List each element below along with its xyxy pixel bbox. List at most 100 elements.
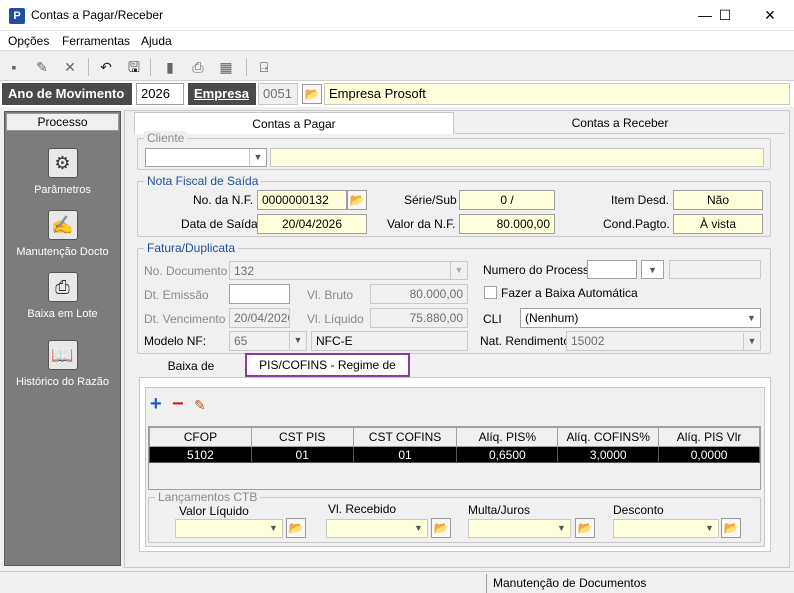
folder-open-icon[interactable]: 📂 — [575, 518, 595, 538]
close-button[interactable]: ✕ — [750, 4, 790, 26]
grid-column-header[interactable]: Alíq. PIS% — [456, 427, 559, 447]
folder-open-icon[interactable]: 📂 — [431, 518, 451, 538]
pencil-icon[interactable]: ✎ — [194, 396, 206, 414]
chevron-down-icon[interactable]: ▼ — [743, 310, 760, 327]
data-saida-label: Data de Saída — [181, 217, 258, 231]
numproc-field[interactable] — [587, 260, 637, 279]
grid-cell[interactable]: 0,0000 — [658, 446, 760, 463]
chevron-down-icon[interactable]: ▼ — [265, 520, 282, 537]
sidebar-item-label: Parâmetros — [34, 184, 91, 196]
multa-juros-label: Multa/Juros — [468, 503, 531, 517]
valor-nf-field[interactable]: 80.000,00 — [459, 214, 555, 234]
sidebar-item-historico[interactable]: 📖 Histórico do Razão — [5, 340, 120, 388]
emissao-field[interactable] — [229, 284, 290, 304]
grid-column-header[interactable]: Alíq. PIS Vlr — [658, 427, 760, 447]
chevron-down-icon[interactable]: ▼ — [743, 333, 760, 350]
numproc-desc-field — [669, 260, 761, 279]
natrend-label: Nat. Rendimento: — [480, 334, 574, 348]
add-icon[interactable]: + — [150, 394, 162, 414]
tab-pis-cofins[interactable]: PIS/COFINS - Regime de Caixa — [245, 353, 410, 392]
ano-field[interactable]: 2026 — [136, 83, 184, 105]
nodoc-label: No. Documento — [144, 264, 228, 278]
undo-icon[interactable]: ↶ — [96, 57, 116, 77]
header-strip: Ano de Movimento 2026 Empresa 0051 📂 Emp… — [0, 81, 794, 107]
tab-baixa-pagamento[interactable]: Baixa de Pagamento — [139, 356, 243, 394]
book-icon: 📖 — [47, 340, 78, 370]
grid-column-header[interactable]: CST PIS — [250, 427, 354, 447]
folder-open-icon[interactable]: 📂 — [286, 518, 306, 538]
grid-cell[interactable]: 0,6500 — [456, 446, 559, 463]
toolbar: ▪ ✎ ✕ ↶ 🖫 ▮ ⎙ ▦ ⍈ — [0, 52, 794, 81]
menu-opcoes[interactable]: Opções — [8, 34, 49, 48]
chevron-down-icon[interactable]: ▼ — [553, 520, 570, 537]
chevron-down-icon[interactable]: ▼ — [450, 262, 467, 279]
chevron-down-icon[interactable]: ▼ — [641, 260, 664, 279]
nodoc-field[interactable]: 132 — [229, 261, 468, 280]
serie-field[interactable]: 0 / — [459, 190, 555, 210]
folder-open-icon[interactable]: 📂 — [721, 518, 741, 538]
app-icon: P — [9, 8, 25, 24]
vencimento-field[interactable]: 20/04/2026 — [229, 308, 290, 328]
cond-pagto-label: Cond.Pagto. — [603, 217, 670, 231]
toolbar-separator — [88, 58, 89, 76]
sidebar-item-parametros[interactable]: ⚙ Parâmetros — [5, 148, 120, 196]
exit-door-icon[interactable]: ⍈ — [254, 57, 274, 77]
grid-cell[interactable]: 5102 — [149, 446, 252, 463]
cli-label: CLI — [483, 312, 502, 326]
sidebar-item-label: Baixa em Lote — [27, 308, 98, 320]
tab-contas-receber[interactable]: Contas a Receber — [455, 112, 785, 134]
ano-label: Ano de Movimento — [2, 83, 132, 105]
cond-pagto-field[interactable]: À vista — [673, 214, 763, 234]
toolbar-separator — [150, 58, 151, 76]
table-row[interactable]: 5102 01 01 0,6500 3,0000 0,0000 — [149, 446, 760, 463]
grid-cell[interactable]: 3,0000 — [557, 446, 660, 463]
vlbruto-label: Vl. Bruto — [307, 288, 354, 302]
data-saida-field[interactable]: 20/04/2026 — [257, 214, 367, 234]
nota-fiscal-group-title: Nota Fiscal de Saída — [144, 174, 262, 188]
valor-liquido-label: Valor Líquido — [179, 504, 249, 518]
empresa-code-field[interactable]: 0051 — [258, 83, 298, 105]
grid-cell[interactable]: 01 — [250, 446, 354, 463]
chevron-down-icon[interactable]: ▼ — [249, 149, 266, 166]
grid-cell[interactable]: 01 — [352, 446, 458, 463]
sidebar-title: Processo — [6, 113, 119, 131]
report-icon[interactable]: ▦ — [216, 57, 236, 77]
grid-column-header[interactable]: CST COFINS — [352, 427, 458, 447]
vencimento-label: Dt. Vencimento — [144, 312, 226, 326]
document-edit-icon: ✍ — [47, 210, 78, 240]
item-desd-field[interactable]: Não — [673, 190, 763, 210]
nf-number-field[interactable]: 0000000132 — [257, 190, 347, 210]
edit-icon[interactable]: ✎ — [32, 57, 52, 77]
menu-ferramentas[interactable]: Ferramentas — [62, 34, 130, 48]
vlliquido-field[interactable]: 75.880,00 — [370, 308, 468, 328]
cli-select[interactable]: (Nenhum) — [520, 308, 761, 328]
chevron-down-icon[interactable]: ▼ — [701, 520, 718, 537]
print-icon[interactable]: ⎙ — [188, 57, 208, 77]
sidebar-item-manutencao[interactable]: ✍ Manutenção Docto — [5, 210, 120, 258]
folder-open-icon[interactable]: 📂 — [347, 190, 367, 210]
modelo-label: Modelo NF: — [144, 334, 207, 348]
save-icon[interactable]: 🖫 — [124, 57, 144, 77]
grid-column-header[interactable]: CFOP — [149, 427, 252, 447]
remove-icon[interactable]: − — [172, 394, 184, 414]
menu-ajuda[interactable]: Ajuda — [141, 34, 172, 48]
natrend-select[interactable]: 15002 — [566, 331, 761, 351]
fatura-group-title: Fatura/Duplicata — [144, 241, 239, 255]
delete-icon[interactable]: ✕ — [60, 57, 80, 77]
maximize-button[interactable]: ☐ — [705, 4, 745, 26]
grid-header-row: CFOP CST PIS CST COFINS Alíq. PIS% Alíq.… — [149, 427, 760, 447]
new-icon[interactable]: ▪ — [4, 57, 24, 77]
vlbruto-field[interactable]: 80.000,00 — [370, 284, 468, 304]
sidebar: Processo ⚙ Parâmetros ✍ Manutenção Docto… — [4, 111, 121, 566]
sidebar-item-label: Manutenção Docto — [16, 246, 109, 258]
document-icon[interactable]: ▮ — [160, 57, 180, 77]
grid-column-header[interactable]: Alíq. COFINS% — [557, 427, 660, 447]
nf-number-label: No. da N.F. — [193, 193, 254, 207]
chevron-down-icon[interactable]: ▼ — [410, 520, 427, 537]
serie-label: Série/Sub — [404, 193, 457, 207]
folder-open-icon[interactable]: 📂 — [302, 84, 322, 104]
sidebar-item-baixa-lote[interactable]: ⎙ Baixa em Lote — [5, 272, 120, 320]
printer-icon: ⎙ — [47, 272, 78, 302]
baixa-auto-checkbox[interactable] — [484, 286, 497, 299]
chevron-down-icon[interactable]: ▼ — [289, 332, 306, 349]
